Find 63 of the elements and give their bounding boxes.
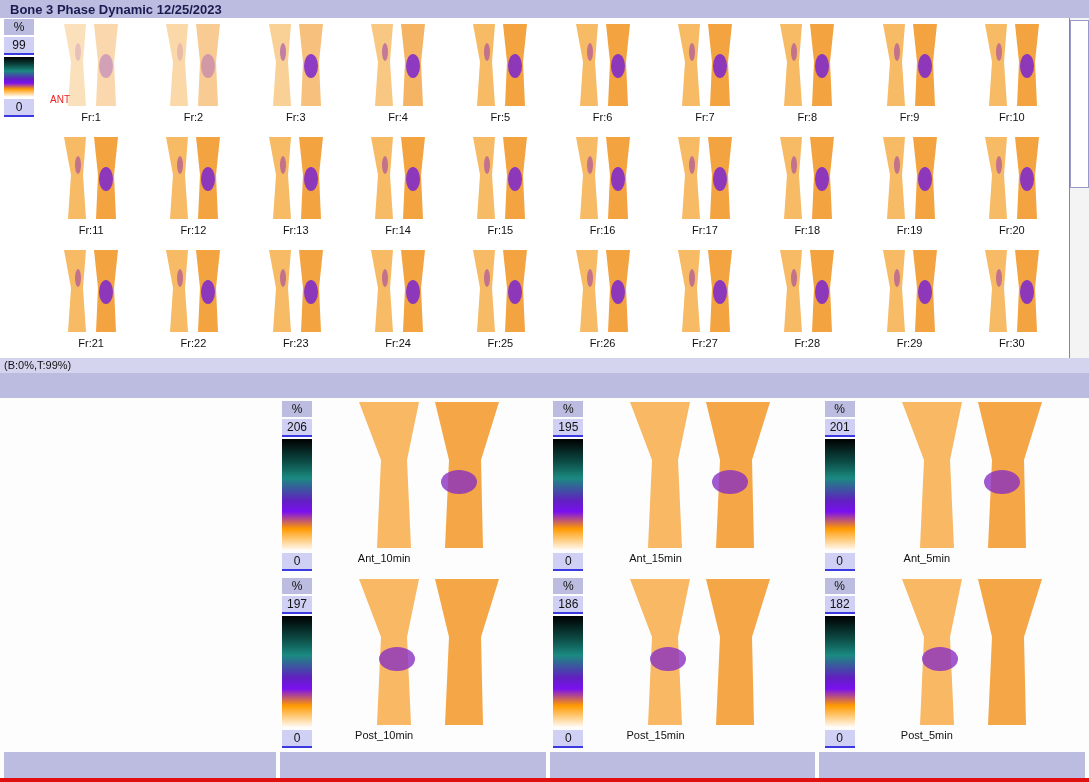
frame-label: Fr:1 <box>81 111 101 123</box>
frame-label: Fr:23 <box>282 337 309 349</box>
unit-label: % <box>553 401 584 417</box>
frame-label: Fr:28 <box>794 337 821 349</box>
scale-max-field[interactable]: 197 <box>282 596 312 614</box>
scale-max-field[interactable]: 206 <box>282 419 312 437</box>
frame-label: Fr:24 <box>385 337 411 349</box>
unit-label: % <box>282 401 312 417</box>
frame-label: Fr:18 <box>794 224 821 236</box>
color-scale-bar <box>4 57 34 97</box>
window-level-status: (B:0%,T:99%) <box>0 358 1089 373</box>
frame-label: Fr:25 <box>487 337 514 349</box>
frame-label: Fr:30 <box>999 337 1025 349</box>
frame-label: Fr:15 <box>487 224 514 236</box>
frame-label: Fr:20 <box>999 224 1025 236</box>
image-label: Ant_10min <box>357 552 411 564</box>
frame-label: Fr:7 <box>695 111 715 123</box>
window-title: Bone 3 Phase Dynamic 12/25/2023 <box>0 0 1089 18</box>
image-label: Post_5min <box>900 729 953 741</box>
frame-label: Fr:8 <box>797 111 817 123</box>
orientation-label: ANT <box>50 94 70 105</box>
frame-label: Fr:2 <box>183 111 204 123</box>
unit-label: % <box>4 19 34 35</box>
frame-label: Fr:21 <box>78 337 104 349</box>
frame-label: Fr:9 <box>899 111 920 123</box>
image-label: Post_10min <box>355 729 414 741</box>
image-label: Ant_5min <box>903 552 951 564</box>
frame-label: Fr:27 <box>692 337 718 349</box>
scale-min-field[interactable]: 0 <box>282 553 312 571</box>
image-label: Ant_15min <box>629 552 682 564</box>
scale-min-field[interactable]: 0 <box>553 553 584 571</box>
frame-label: Fr:4 <box>388 111 408 123</box>
frame-label: Fr:22 <box>180 337 207 349</box>
scale-max-field[interactable]: 201 <box>824 419 855 437</box>
frame-label: Fr:5 <box>490 111 511 123</box>
scale-min-field[interactable]: 0 <box>4 99 34 117</box>
scale-max-field[interactable]: 99 <box>4 37 34 55</box>
frame-label: Fr:14 <box>385 224 411 236</box>
unit-label: % <box>824 578 855 594</box>
frame-label: Fr:10 <box>999 111 1025 123</box>
frame-label: Fr:6 <box>592 111 613 123</box>
frame-label: Fr:26 <box>589 337 616 349</box>
unit-label: % <box>282 578 312 594</box>
scale-max-field[interactable]: 195 <box>553 419 584 437</box>
scrollbar-thumb[interactable] <box>1070 20 1089 188</box>
scale-max-field[interactable]: 182 <box>824 596 855 614</box>
frame-label: Fr:29 <box>896 337 923 349</box>
frame-label: Fr:19 <box>896 224 923 236</box>
image-label: Post_15min <box>626 729 685 741</box>
frame-label: Fr:13 <box>282 224 309 236</box>
unit-label: % <box>553 578 584 594</box>
scale-min-field[interactable]: 0 <box>282 730 312 748</box>
scrollbar[interactable] <box>1069 18 1089 358</box>
scale-min-field[interactable]: 0 <box>824 553 855 571</box>
frame-label: Fr:17 <box>692 224 718 236</box>
scale-min-field[interactable]: 0 <box>553 730 584 748</box>
frame-label: Fr:16 <box>589 224 616 236</box>
scale-max-field[interactable]: 186 <box>553 596 584 614</box>
frame-label: Fr:11 <box>78 224 104 236</box>
unit-label: % <box>824 401 855 417</box>
scale-min-field[interactable]: 0 <box>824 730 855 748</box>
frame-label: Fr:12 <box>180 224 207 236</box>
frame-label: Fr:3 <box>285 111 306 123</box>
